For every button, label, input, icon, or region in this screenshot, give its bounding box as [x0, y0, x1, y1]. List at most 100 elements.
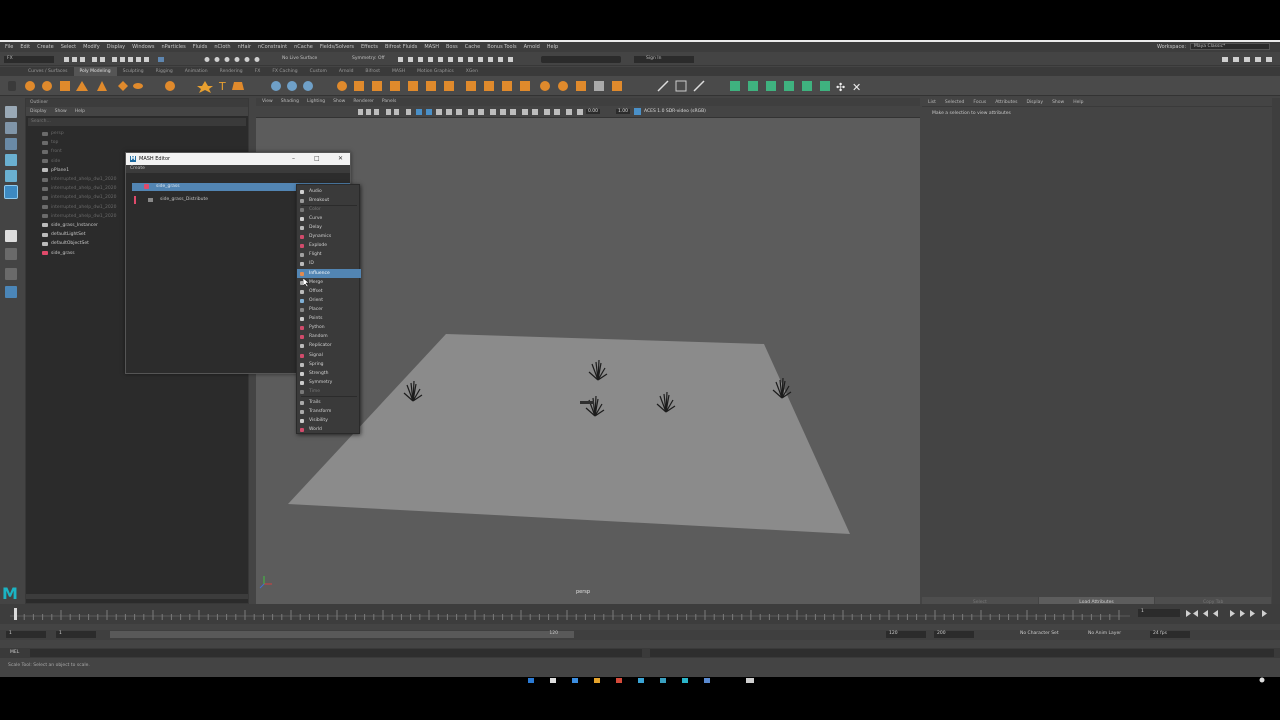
mel-label[interactable]: MEL: [10, 650, 19, 655]
shelf-tab-fx[interactable]: FX: [249, 67, 267, 76]
sign-in-button[interactable]: Sign In: [634, 56, 694, 63]
shelf-tool-icons[interactable]: T ✣ ✕: [22, 79, 872, 94]
menu-nhair[interactable]: nHair: [238, 44, 251, 50]
mash-node-id[interactable]: ID: [297, 259, 361, 268]
mash-node-audio[interactable]: Audio: [297, 187, 361, 196]
mash-node-visibility[interactable]: Visibility: [297, 416, 361, 425]
maximize-icon[interactable]: □: [314, 155, 320, 162]
menu-arnold[interactable]: Arnold: [524, 44, 540, 50]
render-tool-icons[interactable]: [396, 55, 546, 64]
select-tool-icon[interactable]: [5, 106, 17, 118]
attr-menu-display[interactable]: Display: [1026, 100, 1043, 105]
mash-node-dynamics[interactable]: Dynamics: [297, 232, 361, 241]
outliner-menu-show[interactable]: Show: [55, 109, 67, 114]
viewport-menu-view[interactable]: View: [262, 99, 273, 105]
range-bar[interactable]: 120: [110, 631, 574, 638]
shelf-tab-rendering[interactable]: Rendering: [214, 67, 249, 76]
menu-edit[interactable]: Edit: [20, 44, 30, 50]
viewport-menu-shading[interactable]: Shading: [281, 99, 299, 105]
viewport-menu-panels[interactable]: Panels: [382, 99, 396, 105]
anim-start-field[interactable]: 1: [6, 631, 46, 638]
range-slider[interactable]: 1 1 120 120 200 No Character Set No Anim…: [0, 630, 1280, 640]
attr-menu-list[interactable]: List: [928, 100, 936, 105]
attr-menu-attributes[interactable]: Attributes: [995, 100, 1017, 105]
shelf-tab-sculpting[interactable]: Sculpting: [117, 67, 150, 76]
gamma-field[interactable]: 1.00: [616, 109, 631, 114]
shelf-tab-bifrost[interactable]: Bifrost: [359, 67, 386, 76]
menu-file[interactable]: File: [5, 44, 13, 50]
menu-set-dropdown[interactable]: FX: [4, 56, 54, 63]
mash-node-color[interactable]: Color: [297, 205, 361, 214]
exposure-field[interactable]: 0.00: [586, 109, 601, 114]
panel-toggle-icons[interactable]: [1220, 55, 1278, 64]
menu-ncache[interactable]: nCache: [294, 44, 313, 50]
time-slider[interactable]: 1: [0, 604, 1280, 624]
fps-dropdown[interactable]: 24 fps: [1150, 631, 1190, 638]
mash-node-replicator[interactable]: Replicator: [297, 341, 361, 350]
paint-select-icon[interactable]: [5, 138, 17, 150]
command-input[interactable]: [30, 649, 642, 657]
mash-node-python[interactable]: Python: [297, 323, 361, 332]
mash-node-influence[interactable]: Influence: [297, 269, 361, 278]
lasso-tool-icon[interactable]: [5, 122, 17, 134]
status-tool-icons[interactable]: [62, 55, 282, 64]
outliner-search-input[interactable]: Search...: [28, 118, 246, 126]
menu-boss[interactable]: Boss: [446, 44, 458, 50]
viewport-menu-show[interactable]: Show: [333, 99, 345, 105]
mash-node-orient[interactable]: Orient: [297, 296, 361, 305]
mash-node-explode[interactable]: Explode: [297, 241, 361, 250]
mash-node-flight[interactable]: Flight: [297, 250, 361, 259]
outliner-item[interactable]: top: [42, 138, 248, 147]
mash-node-placer[interactable]: Placer: [297, 305, 361, 314]
shelf-tab-mash[interactable]: MASH: [386, 67, 411, 76]
shelf-tab-poly-modeling[interactable]: Poly Modeling: [73, 67, 117, 76]
menu-windows[interactable]: Windows: [132, 44, 154, 50]
shelf-tab-xgen[interactable]: XGen: [460, 67, 484, 76]
shelf-tab-fx-caching[interactable]: FX Caching: [266, 67, 303, 76]
mash-node-row[interactable]: side_grass_Distribute: [134, 196, 294, 204]
mash-node-symmetry[interactable]: Symmetry: [297, 378, 361, 387]
mash-node-signal[interactable]: Signal: [297, 351, 361, 360]
rotate-tool-icon[interactable]: [5, 170, 17, 182]
mash-node-delay[interactable]: Delay: [297, 223, 361, 232]
mash-node-world[interactable]: World: [297, 425, 361, 434]
minimize-icon[interactable]: –: [292, 155, 295, 162]
side-tab-strip[interactable]: [1272, 98, 1280, 608]
range-end-field[interactable]: 120: [886, 631, 926, 638]
menu-effects[interactable]: Effects: [361, 44, 378, 50]
mash-node-trails[interactable]: Trails: [297, 398, 361, 407]
menu-create[interactable]: Create: [37, 44, 54, 50]
layout-icon[interactable]: [5, 268, 17, 280]
mash-node-offset[interactable]: Offset: [297, 287, 361, 296]
menu-bifrost-fluids[interactable]: Bifrost Fluids: [385, 44, 417, 50]
menu-nconstraint[interactable]: nConstraint: [258, 44, 287, 50]
live-surface-label[interactable]: No Live Surface: [282, 56, 317, 61]
single-view-icon[interactable]: [5, 230, 17, 242]
color-management-icon[interactable]: [634, 108, 641, 115]
mash-node-random[interactable]: Random: [297, 332, 361, 341]
mash-node-spring[interactable]: Spring: [297, 360, 361, 369]
shelf-tab-custom[interactable]: Custom: [304, 67, 333, 76]
shelf-tab-motion-graphics[interactable]: Motion Graphics: [411, 67, 460, 76]
shelf-tab-arnold[interactable]: Arnold: [333, 67, 360, 76]
mash-create-menu[interactable]: Create: [126, 165, 350, 173]
mash-node-transform[interactable]: Transform: [297, 407, 361, 416]
viewport-menu-renderer[interactable]: Renderer: [353, 99, 374, 105]
anim-layer-dropdown[interactable]: No Anim Layer: [1088, 631, 1148, 638]
mash-node-curve[interactable]: Curve: [297, 214, 361, 223]
outliner-menu-help[interactable]: Help: [75, 109, 85, 114]
taskbar-icons[interactable]: [0, 677, 1280, 685]
move-tool-icon[interactable]: [5, 154, 17, 166]
attr-menu-show[interactable]: Show: [1052, 100, 1064, 105]
menu-ncloth[interactable]: nCloth: [214, 44, 230, 50]
menu-mash[interactable]: MASH: [424, 44, 439, 50]
workspace-selector[interactable]: Workspace: Maya Classic*: [1157, 43, 1270, 50]
four-view-icon[interactable]: [5, 248, 17, 260]
outliner-layout-icon[interactable]: [5, 286, 17, 298]
workspace-dropdown[interactable]: Maya Classic*: [1190, 43, 1270, 50]
menu-select[interactable]: Select: [61, 44, 76, 50]
quick-search-field[interactable]: [541, 56, 621, 63]
mash-node-breakout[interactable]: Breakout: [297, 196, 361, 205]
menu-fluids[interactable]: Fluids: [193, 44, 208, 50]
outliner-scrollbar[interactable]: [26, 594, 248, 599]
